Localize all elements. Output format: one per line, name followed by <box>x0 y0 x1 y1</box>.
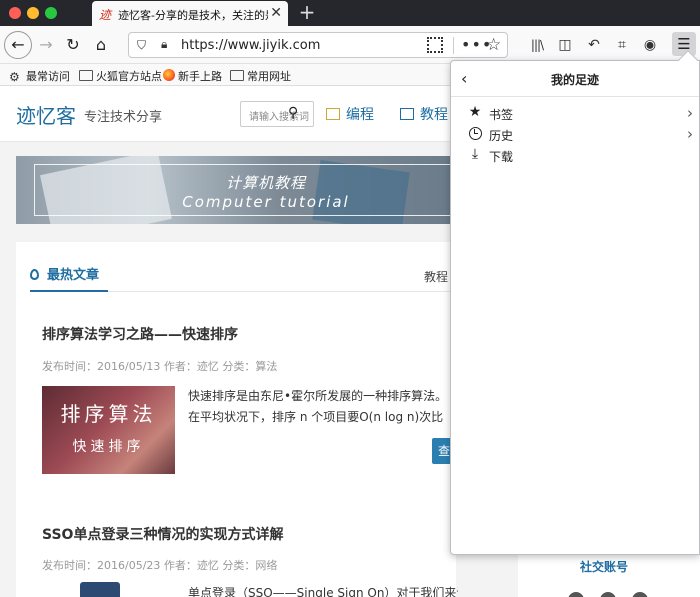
social-icon[interactable] <box>568 592 584 597</box>
close-tab-icon[interactable]: ✕ <box>270 5 282 21</box>
chevron-right-icon: › <box>687 104 693 122</box>
folder-icon <box>230 70 244 81</box>
navigation-toolbar: ← → ↻ ⌂ ⛉ 🔒︎ https://www.jiyik.com ••• ☆… <box>0 26 700 64</box>
menu-item-history[interactable]: 历史 › <box>451 124 699 145</box>
url-text[interactable]: https://www.jiyik.com <box>181 38 320 53</box>
library-icon[interactable]: |||\ <box>526 34 548 56</box>
qr-code-icon[interactable] <box>427 37 443 53</box>
site-logo[interactable]: 迹忆客 <box>16 100 76 129</box>
bookmark-firefox-official[interactable]: 火狐官方站点 <box>79 68 162 84</box>
tab-strip: 迹 迹忆客-分享的是技术，关注的是成长 ✕ + <box>0 0 700 26</box>
bookmark-most-visited[interactable]: ⚙ 最常访问 <box>9 68 70 84</box>
bookmark-common-urls[interactable]: 常用网址 <box>230 68 291 84</box>
monitor-icon <box>326 108 340 120</box>
article-excerpt: 单点登录（SSO——Single Sign On）对于我们来说已经 <box>188 586 458 597</box>
sidebar-toggle-icon[interactable]: ◫ <box>554 34 576 56</box>
nav-link-tutorial[interactable]: 教程 <box>400 104 448 124</box>
home-button[interactable]: ⌂ <box>89 33 113 57</box>
thumbnail-subtitle: 快速排序 <box>72 439 145 455</box>
banner-subtitle: Computer tutorial <box>182 193 350 211</box>
article-excerpt: 快速排序是由东尼•霍尔所发展的一种排序算法。在平均状况下，排序 n 个项目要O(… <box>188 389 448 424</box>
new-tab-button[interactable]: + <box>296 1 318 23</box>
article-thumbnail[interactable] <box>80 582 120 597</box>
bookmark-star-icon[interactable]: ☆ <box>486 35 501 55</box>
article-list-card: 最热文章 教程 排序算法学习之路——快速排序 发布时间：2016/05/13 作… <box>16 242 458 597</box>
window-zoom-button[interactable] <box>45 7 57 19</box>
site-slogan: 专注技术分享 <box>84 110 163 125</box>
search-icon[interactable]: ⚲ <box>288 105 298 121</box>
book-icon <box>400 108 414 120</box>
tracking-protection-shield-icon[interactable]: ⛉ <box>137 38 146 53</box>
site-search-input[interactable]: 请输入搜索词 ⚲ <box>240 101 314 127</box>
menu-item-label: 下载 <box>489 150 514 164</box>
screenshot-crop-icon[interactable]: ⌗ <box>611 34 633 56</box>
search-placeholder: 请输入搜索词 <box>249 112 309 123</box>
social-icon[interactable] <box>600 592 616 597</box>
download-icon: ⤓ <box>471 146 479 162</box>
firefox-icon <box>163 69 175 81</box>
menu-item-bookmarks[interactable]: ★ 书签 › <box>451 103 699 124</box>
article-thumbnail[interactable]: 排序算法 快速排序 <box>42 386 175 474</box>
panel-header: ‹ 我的足迹 <box>451 61 699 97</box>
browser-tab[interactable]: 迹 迹忆客-分享的是技术，关注的是成长 ✕ <box>92 1 288 26</box>
window-close-button[interactable] <box>9 7 21 19</box>
tutorial-banner[interactable]: 计算机教程 Computer tutorial <box>16 156 456 224</box>
article-title[interactable]: SSO单点登录三种情况的实现方式详解 <box>42 524 283 544</box>
tab-tutorials[interactable]: 教程 <box>424 268 448 285</box>
active-tab-underline <box>30 290 108 292</box>
panel-title: 我的足迹 <box>550 73 599 87</box>
window-minimize-button[interactable] <box>27 7 39 19</box>
thumbnail-title: 排序算法 <box>60 402 157 426</box>
nav-link-programming[interactable]: 编程 <box>326 104 374 124</box>
gear-icon: ⚙ <box>9 70 20 84</box>
tab-hot-articles[interactable]: 最热文章 <box>30 264 99 283</box>
forward-button[interactable]: → <box>34 33 58 57</box>
article-meta: 发布时间：2016/05/23 作者：迹忆 分类：网络 <box>42 559 278 572</box>
social-icon[interactable] <box>632 592 648 597</box>
clock-icon <box>467 125 483 141</box>
folder-icon <box>79 70 93 81</box>
undo-arrow-icon[interactable]: ↶ <box>583 34 605 56</box>
lock-icon[interactable]: 🔒︎ <box>161 37 167 52</box>
drop-icon <box>30 269 39 280</box>
library-menu-panel: ‹ 我的足迹 ★ 书签 › 历史 › ⤓ 下载 <box>450 50 700 555</box>
account-icon[interactable]: ◉ <box>639 34 661 56</box>
banner-title: 计算机教程 <box>225 174 306 192</box>
article-meta: 发布时间：2016/05/13 作者：迹忆 分类：算法 <box>42 360 278 373</box>
menu-item-label: 书签 <box>489 108 514 122</box>
star-icon: ★ <box>468 104 482 120</box>
article-title[interactable]: 排序算法学习之路——快速排序 <box>42 324 238 344</box>
chevron-right-icon: › <box>687 125 693 143</box>
menu-item-label: 历史 <box>489 129 514 143</box>
social-accounts-title: 社交账号 <box>580 560 629 574</box>
bookmark-getting-started[interactable]: 新手上路 <box>163 68 222 84</box>
site-favicon-icon: 迹 <box>99 8 112 22</box>
back-button[interactable]: ← <box>4 31 32 59</box>
url-bar[interactable]: ⛉ 🔒︎ https://www.jiyik.com ••• ☆ <box>128 32 508 58</box>
menu-item-downloads[interactable]: ⤓ 下载 <box>451 145 699 166</box>
reload-button[interactable]: ↻ <box>61 33 85 57</box>
tab-title: 迹忆客-分享的是技术，关注的是成长 <box>118 9 268 21</box>
url-bar-divider <box>453 37 454 54</box>
